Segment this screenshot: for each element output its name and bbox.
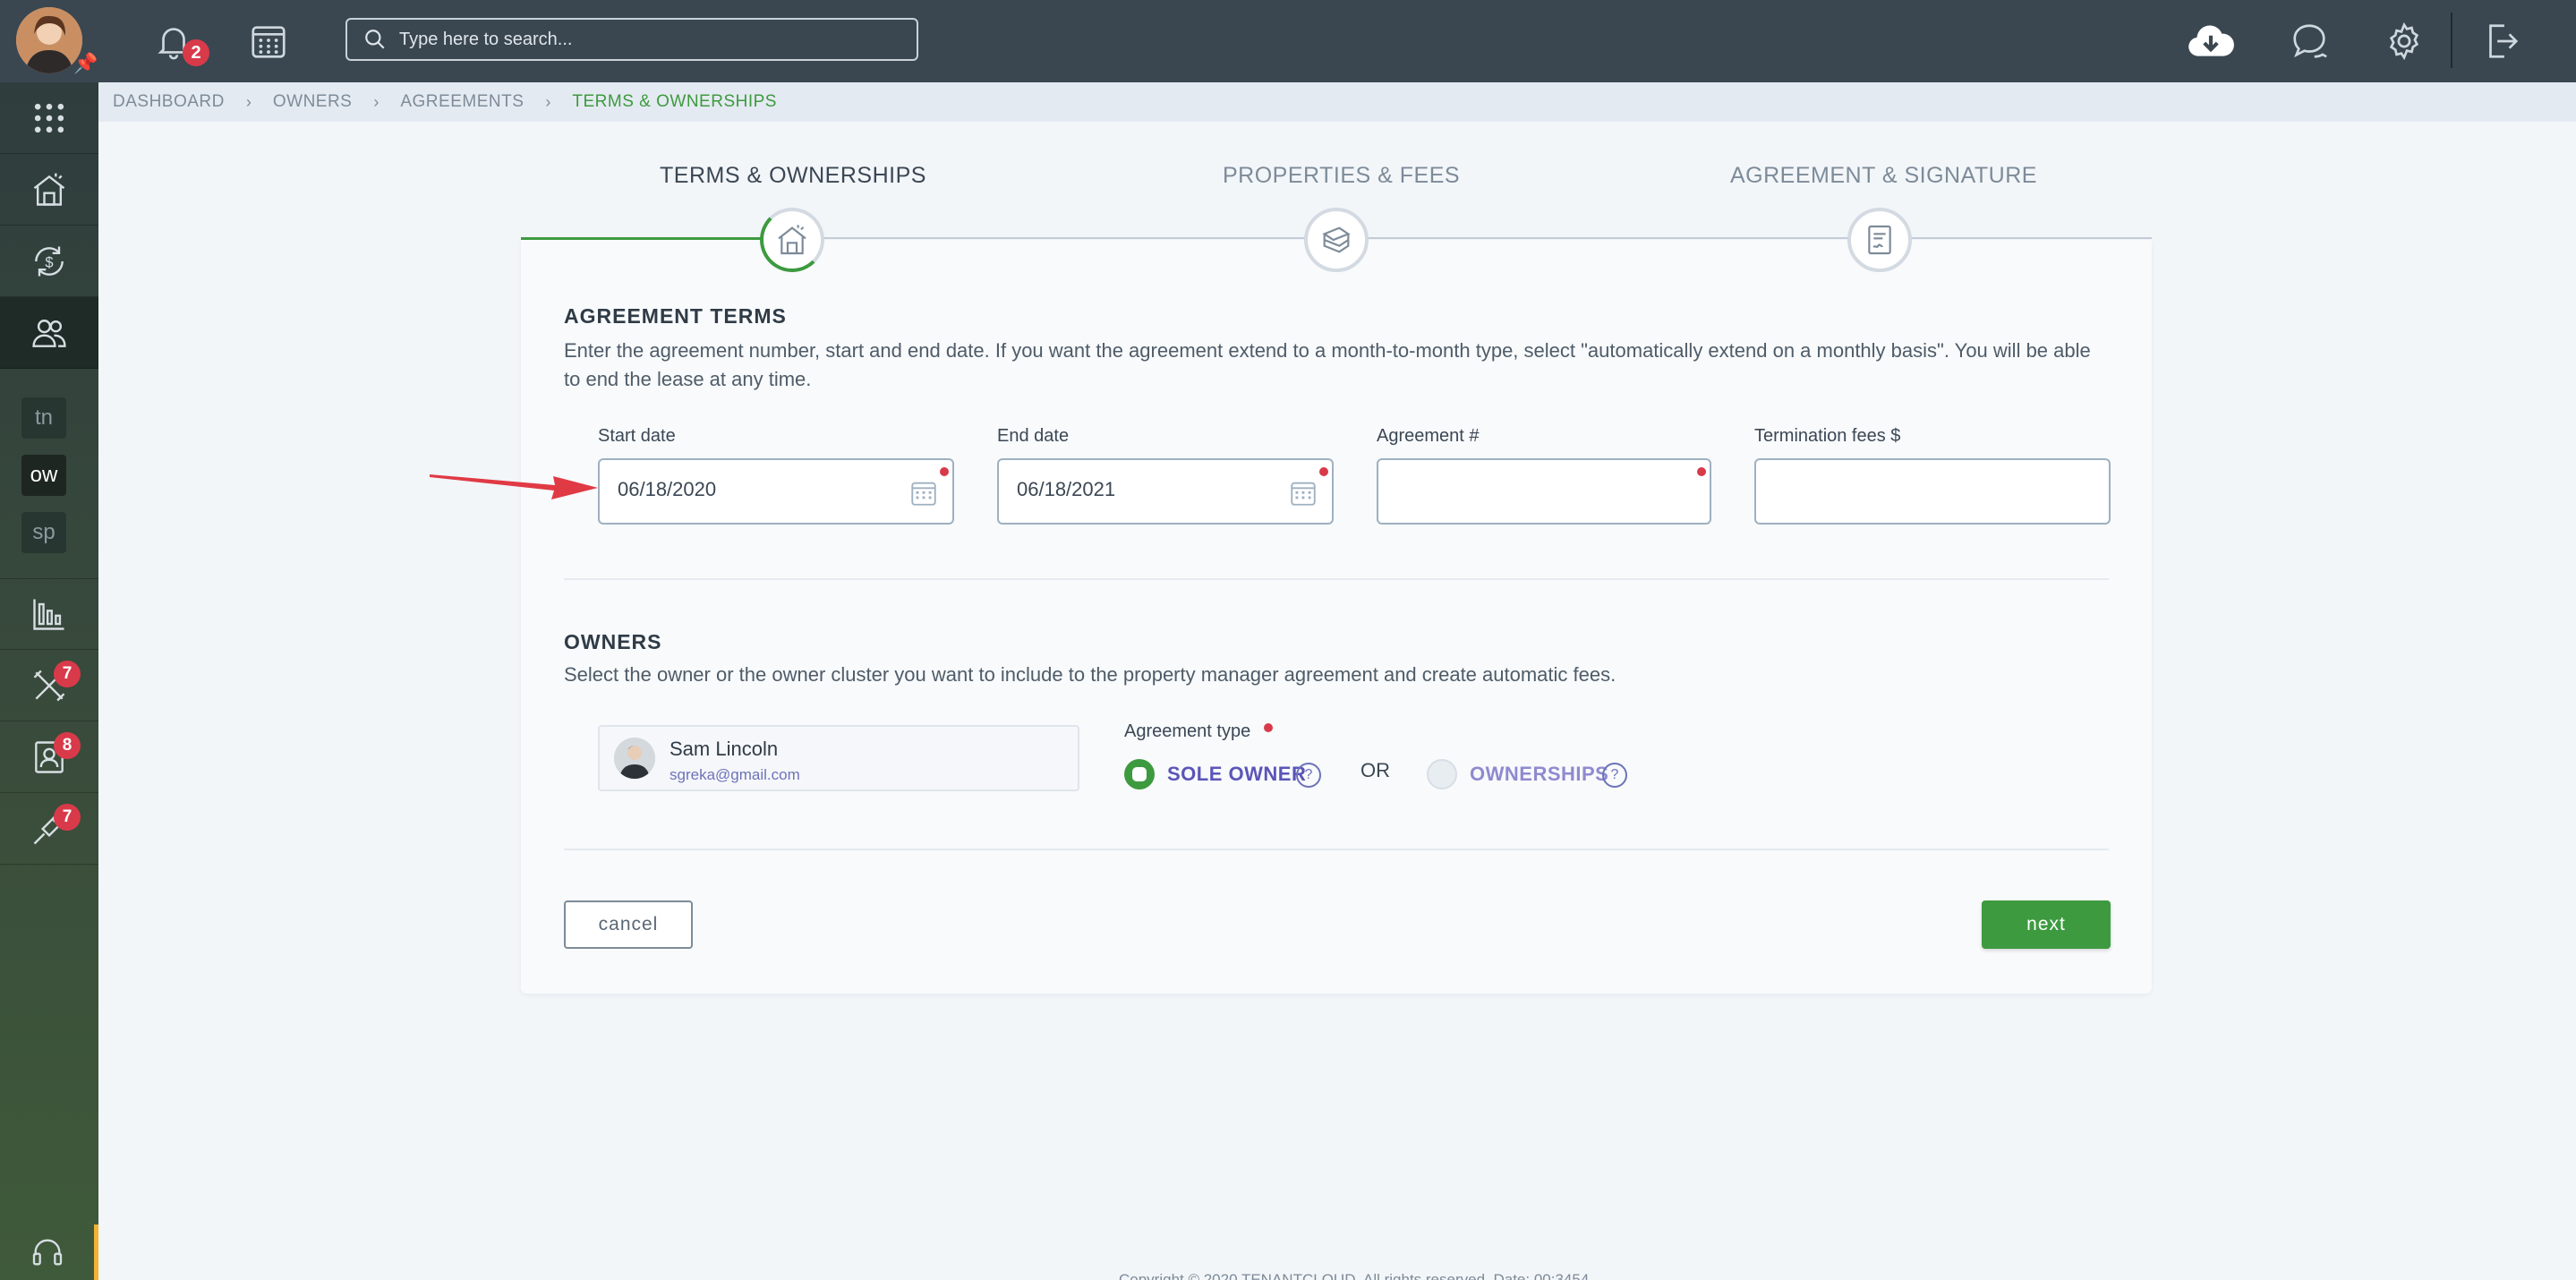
money-cycle-icon: $ <box>35 246 64 276</box>
ownerships-radio[interactable] <box>1427 759 1457 789</box>
apps-grid-icon <box>34 103 64 132</box>
search-icon <box>365 30 385 49</box>
people-icon <box>32 319 66 347</box>
support-headset-icon[interactable] <box>0 1225 98 1280</box>
agreement-terms-description: Enter the agreement number, start and en… <box>564 339 2091 390</box>
maintenance-badge: 7 <box>54 661 81 687</box>
step-label-agreement[interactable]: AGREEMENT & SIGNATURE <box>1730 163 2037 189</box>
owner-avatar <box>614 738 655 779</box>
sidebar-item-applications[interactable]: 8 <box>0 721 98 793</box>
ownerships-label[interactable]: OWNERSHIPS <box>1470 763 1608 786</box>
next-button[interactable]: next <box>1982 900 2111 949</box>
user-avatar[interactable] <box>16 7 82 73</box>
agreement-number-label: Agreement # <box>1377 426 1480 446</box>
termination-fees-field[interactable] <box>1754 458 2111 525</box>
end-date-input[interactable] <box>1017 478 1250 501</box>
search-input[interactable] <box>399 29 900 50</box>
footer: Copyright © 2020 TENANTCLOUD. All rights… <box>98 1264 2576 1280</box>
owners-title: OWNERS <box>564 630 662 653</box>
house-icon <box>778 225 806 255</box>
bar-chart-icon <box>33 599 64 630</box>
cancel-button[interactable]: cancel <box>564 900 693 949</box>
cloud-download-icon[interactable] <box>2184 18 2238 64</box>
notifications-badge: 2 <box>183 39 209 66</box>
step-label-properties[interactable]: PROPERTIES & FEES <box>1223 163 1460 189</box>
calendar-icon[interactable] <box>908 478 940 508</box>
chevron-right-icon: › <box>245 92 252 111</box>
house-icon <box>33 173 65 206</box>
notifications-bell-icon[interactable]: 2 <box>150 18 209 66</box>
svg-text:$: $ <box>45 254 53 270</box>
footer-copyright: Copyright © 2020 TENANTCLOUD. All rights… <box>1119 1271 1590 1280</box>
settings-gear-icon[interactable] <box>2381 18 2427 64</box>
sidebar-chip-owners[interactable]: ow <box>21 455 66 496</box>
document-signature-icon <box>1868 225 1891 255</box>
applications-badge: 8 <box>54 732 81 759</box>
sidebar-item-maintenance[interactable]: 7 <box>0 650 98 721</box>
agreement-number-input[interactable] <box>1396 478 1629 501</box>
sidebar-item-integrations[interactable]: 7 <box>0 793 98 865</box>
sidebar-item-reports[interactable] <box>0 578 98 650</box>
ownerships-help-icon[interactable]: ? <box>1602 763 1627 788</box>
termination-fees-label: Termination fees $ <box>1754 426 1901 446</box>
sidebar-chip-tenants[interactable]: tn <box>21 397 66 439</box>
topbar-divider <box>2451 13 2452 68</box>
breadcrumb-owners[interactable]: OWNERS <box>273 92 353 112</box>
agreement-terms-title: AGREEMENT TERMS <box>564 304 787 328</box>
end-date-field[interactable] <box>997 458 1334 525</box>
start-date-field[interactable] <box>598 458 954 525</box>
top-bar: 📌 2 <box>0 0 2576 82</box>
left-sidebar: $ tn ow sp 7 8 7 <box>0 82 98 1280</box>
start-date-label: Start date <box>598 426 676 446</box>
sidebar-item-properties[interactable] <box>0 154 98 226</box>
section-divider <box>564 578 2109 580</box>
annotation-arrow-icon <box>430 474 598 499</box>
sole-owner-label[interactable]: SOLE OWNER <box>1167 763 1306 786</box>
required-indicator <box>1697 467 1706 476</box>
breadcrumb-current: TERMS & OWNERSHIPS <box>572 92 777 111</box>
required-indicator <box>940 467 949 476</box>
sidebar-item-transactions[interactable]: $ <box>0 226 98 297</box>
calendar-icon[interactable] <box>245 18 292 64</box>
start-date-input[interactable] <box>618 478 850 501</box>
end-date-label: End date <box>997 426 1070 446</box>
sole-owner-help-icon[interactable]: ? <box>1296 763 1321 788</box>
agreement-number-field[interactable] <box>1377 458 1711 525</box>
breadcrumb-agreements[interactable]: AGREEMENTS <box>400 92 524 112</box>
agreement-type-label: Agreement type <box>1124 721 1251 741</box>
sidebar-chip-service-pros[interactable]: sp <box>21 512 66 553</box>
sidebar-item-apps[interactable] <box>0 82 98 154</box>
money-stack-icon <box>1322 226 1351 253</box>
chat-icon[interactable] <box>2286 18 2333 64</box>
step-properties-circle[interactable] <box>1304 208 1369 272</box>
pin-icon[interactable]: 📌 <box>73 52 98 75</box>
step-label-terms[interactable]: TERMS & OWNERSHIPS <box>660 163 926 189</box>
termination-fees-input[interactable] <box>1774 478 2007 501</box>
owner-email: sgreka@gmail.com <box>670 766 800 783</box>
logout-icon[interactable] <box>2478 18 2524 64</box>
or-separator: OR <box>1361 759 1390 781</box>
calendar-icon[interactable] <box>1287 478 1319 508</box>
chevron-right-icon: › <box>545 92 551 111</box>
step-terms-circle[interactable] <box>760 208 824 272</box>
owner-card[interactable]: Sam Lincoln sgreka@gmail.com <box>598 725 1079 791</box>
owners-description: Select the owner or the owner cluster yo… <box>564 663 1616 686</box>
global-search[interactable] <box>345 18 918 61</box>
owner-name: Sam Lincoln <box>670 738 779 760</box>
breadcrumb-dashboard[interactable]: DASHBOARD <box>113 92 225 112</box>
breadcrumb: DASHBOARD › OWNERS › AGREEMENTS › TERMS … <box>98 82 2576 122</box>
required-indicator <box>1264 723 1273 732</box>
sole-owner-radio[interactable] <box>1124 759 1155 789</box>
step-agreement-circle[interactable] <box>1847 208 1912 272</box>
agreement-form-card: AGREEMENT TERMS Enter the agreement numb… <box>521 240 2152 994</box>
section-divider <box>564 849 2109 850</box>
stepper-progress <box>521 237 789 240</box>
integrations-badge: 7 <box>54 804 81 831</box>
chevron-right-icon: › <box>373 92 380 111</box>
required-indicator <box>1319 467 1328 476</box>
sidebar-item-people[interactable] <box>0 297 98 369</box>
